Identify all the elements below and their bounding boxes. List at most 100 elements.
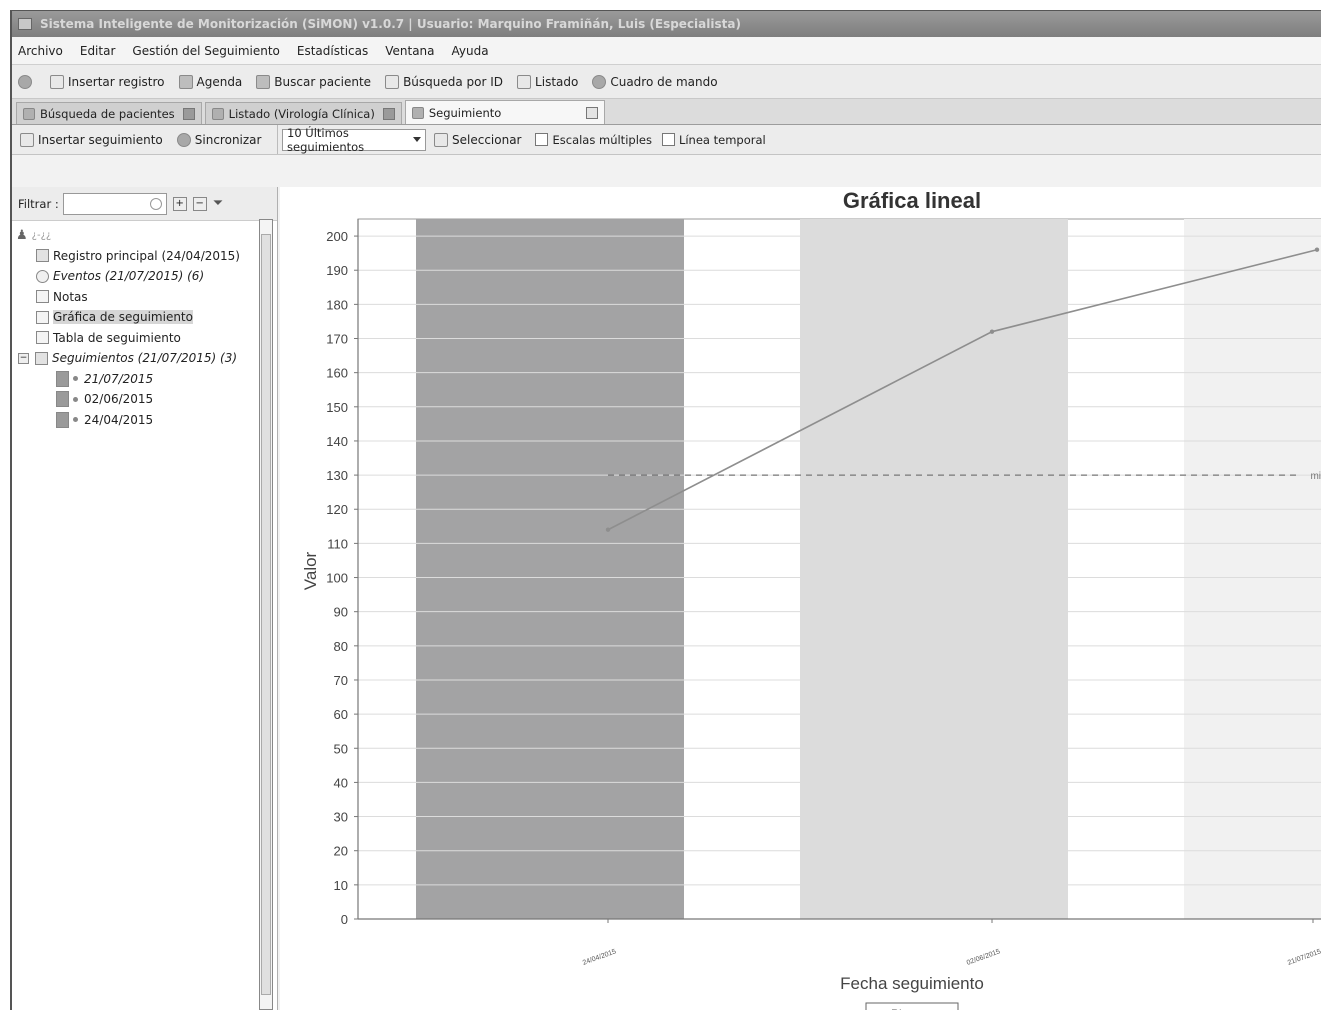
tree-label: 02/06/2015 <box>84 392 154 407</box>
seguimientos-select[interactable]: 10 Últimos seguimientos <box>282 125 426 154</box>
tree-item-notas[interactable]: Notas <box>12 287 277 308</box>
y-tick-label: 90 <box>334 605 348 620</box>
line-chart-icon <box>36 310 49 324</box>
filter-input[interactable] <box>62 192 167 215</box>
listado-label: Listado <box>535 74 579 89</box>
y-tick-label: 200 <box>326 229 348 244</box>
tree-label: Tabla de seguimiento <box>53 330 181 345</box>
print-button[interactable] <box>18 74 36 89</box>
buscar-paciente-label: Buscar paciente <box>274 74 372 89</box>
escalas-label: Escalas múltiples <box>552 132 652 147</box>
seleccionar-button[interactable]: Seleccionar <box>434 132 521 147</box>
sincronizar-button[interactable]: Sincronizar <box>176 132 262 147</box>
followups-icon <box>35 351 48 365</box>
close-icon[interactable] <box>585 106 598 119</box>
x-tick-label: 21/07/2015 <box>1287 948 1321 967</box>
person-search-icon <box>256 74 271 89</box>
y-tick-label: 140 <box>326 434 348 449</box>
category-band <box>800 219 1068 919</box>
tab-seguimiento[interactable]: Seguimiento <box>404 100 605 124</box>
clear-icon[interactable] <box>149 197 162 210</box>
tree-scrollbar[interactable] <box>259 219 273 1010</box>
insertar-registro-label: Insertar registro <box>68 74 165 89</box>
x-tick-label: 24/04/2015 <box>582 948 617 967</box>
y-tick-label: 0 <box>341 912 348 927</box>
insertar-registro-button[interactable]: Insertar registro <box>50 74 165 89</box>
category-band <box>416 219 684 919</box>
bullet-icon <box>73 396 78 402</box>
line-chart: 0 10 20 30 40 50 60 70 80 90 100 110 120 130 140 150 160… <box>301 188 1321 1010</box>
tab-busqueda-pacientes[interactable]: Búsqueda de pacientes <box>16 102 202 124</box>
filter-funnel-icon[interactable]: ⏷ <box>213 196 223 211</box>
sub-toolbar-left: Insertar seguimiento Sincronizar <box>12 125 278 154</box>
threshold-label: mi <box>1310 471 1321 482</box>
tab-listado-virologia[interactable]: Listado (Virología Clínica) <box>204 102 402 124</box>
busqueda-id-button[interactable]: Búsqueda por ID <box>385 74 503 89</box>
escalas-multiples-checkbox[interactable]: Escalas múltiples <box>535 132 652 147</box>
close-icon[interactable] <box>382 107 395 120</box>
y-tick-label: 20 <box>334 844 348 859</box>
sub-toolbar-right: 10 Últimos seguimientos Seleccionar Esca… <box>278 125 776 154</box>
menu-ventana[interactable]: Ventana <box>385 44 434 58</box>
expand-all-icon[interactable]: + <box>172 196 187 211</box>
buscar-paciente-button[interactable]: Buscar paciente <box>256 74 372 89</box>
data-point <box>989 329 995 334</box>
filter-label: Filtrar : <box>18 196 59 211</box>
category-band <box>1184 219 1321 919</box>
app-icon <box>18 18 32 30</box>
listado-button[interactable]: Listado <box>517 74 579 89</box>
tree-item-seguimiento[interactable]: 02/06/2015 <box>12 389 277 410</box>
close-icon[interactable] <box>182 107 195 120</box>
menu-gestion-seguimiento[interactable]: Gestión del Seguimiento <box>132 44 280 58</box>
y-tick-label: 10 <box>334 878 348 893</box>
menu-estadisticas[interactable]: Estadísticas <box>297 44 368 58</box>
tree-root[interactable]: ♟ ¿-¿¿ <box>12 225 277 246</box>
tab-label: Seguimiento <box>428 105 502 120</box>
app-window: Sistema Inteligente de Monitorización (S… <box>10 10 1321 1010</box>
agenda-button[interactable]: Agenda <box>178 74 242 89</box>
tree-item-eventos[interactable]: Eventos (21/07/2015) (6) <box>12 266 277 287</box>
data-point <box>1314 247 1320 252</box>
cuadro-mando-button[interactable]: Cuadro de mando <box>592 74 718 89</box>
menu-ayuda[interactable]: Ayuda <box>452 44 489 58</box>
y-tick-label: 30 <box>334 810 348 825</box>
y-tick-label: 170 <box>326 332 348 347</box>
tree-item-seguimiento[interactable]: 24/04/2015 <box>12 410 277 431</box>
sub-toolbar: Insertar seguimiento Sincronizar 10 Últi… <box>12 125 1321 155</box>
tree-item-grafica[interactable]: Gráfica de seguimiento <box>12 307 277 328</box>
collapse-node-icon[interactable]: − <box>18 352 29 364</box>
tree-label: Eventos (21/07/2015) (6) <box>53 269 205 284</box>
window-title: Sistema Inteligente de Monitorización (S… <box>40 17 741 31</box>
insert-record-icon <box>50 74 64 89</box>
linea-temporal-checkbox[interactable]: Línea temporal <box>661 133 766 147</box>
tree-root-label: ¿-¿¿ <box>31 229 52 241</box>
calendar-icon <box>56 370 69 387</box>
patient-tree: ♟ ¿-¿¿ Registro principal (24/04/2015) E… <box>12 221 277 430</box>
x-tick-label: 02/06/2015 <box>966 948 1001 967</box>
select-icon <box>434 132 448 147</box>
tree-label: Notas <box>53 289 88 304</box>
tab-label: Búsqueda de pacientes <box>40 106 175 121</box>
scrollbar-thumb[interactable] <box>261 234 271 995</box>
tree-item-seguimiento[interactable]: 21/07/2015 <box>12 369 277 390</box>
seguimientos-select-value: 10 Últimos seguimientos <box>287 125 365 154</box>
sync-icon <box>176 132 191 147</box>
tree-item-tabla[interactable]: Tabla de seguimiento <box>12 328 277 349</box>
cuadro-mando-label: Cuadro de mando <box>610 74 718 89</box>
data-point <box>605 527 611 532</box>
insertar-seguimiento-button[interactable]: Insertar seguimiento <box>20 132 163 147</box>
y-tick-label: 60 <box>334 707 348 722</box>
tree-item-seguimientos[interactable]: − Seguimientos (21/07/2015) (3) <box>12 348 277 369</box>
tree-item-registro[interactable]: Registro principal (24/04/2015) <box>12 246 277 267</box>
collapse-all-icon[interactable]: − <box>192 196 207 211</box>
id-search-icon <box>385 74 400 89</box>
dashboard-icon <box>592 74 607 89</box>
menu-bar: Archivo Editar Gestión del Seguimiento E… <box>12 37 1321 65</box>
main-toolbar: Insertar registro Agenda Buscar paciente… <box>12 65 1321 99</box>
menu-editar[interactable]: Editar <box>80 44 116 58</box>
tree-label: Gráfica de seguimiento <box>53 310 193 325</box>
y-tick-label: 160 <box>326 366 348 381</box>
patient-icon: ♟ <box>16 227 28 243</box>
sincronizar-label: Sincronizar <box>194 132 262 147</box>
menu-archivo[interactable]: Archivo <box>18 44 63 58</box>
